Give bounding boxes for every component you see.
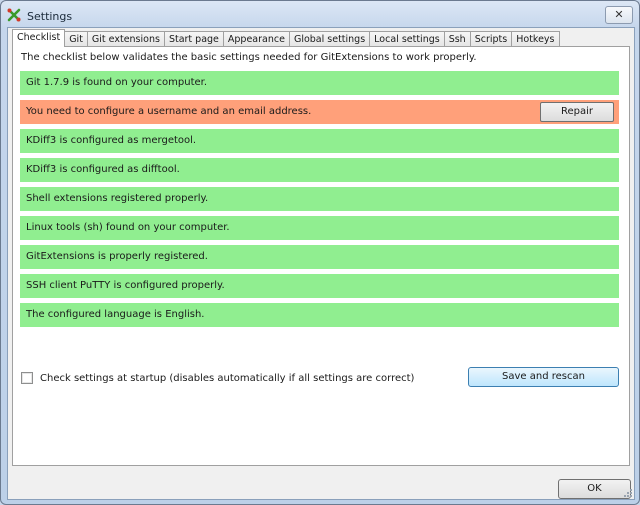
check-item-shell-extensions[interactable]: Shell extensions registered properly. — [20, 187, 619, 211]
checklist-panel: The checklist below validates the basic … — [12, 46, 630, 466]
tab-appearance[interactable]: Appearance — [222, 31, 290, 47]
resize-grip-icon[interactable] — [623, 488, 633, 498]
close-button[interactable]: ✕ — [605, 6, 633, 24]
window-title: Settings — [27, 10, 73, 23]
dialog-client-area: Checklist Git Git extensions Start page … — [7, 27, 635, 500]
tab-checklist[interactable]: Checklist — [12, 29, 66, 47]
ok-button[interactable]: OK — [558, 479, 631, 499]
tab-global-settings[interactable]: Global settings — [288, 31, 371, 47]
git-extensions-app-icon — [7, 8, 21, 22]
tab-start-page[interactable]: Start page — [163, 31, 224, 47]
startup-check-label[interactable]: Check settings at startup (disables auto… — [40, 373, 414, 384]
check-item-label: Shell extensions registered properly. — [26, 193, 209, 204]
check-item-label: Git 1.7.9 is found on your computer. — [26, 77, 208, 88]
check-item-linux-tools[interactable]: Linux tools (sh) found on your computer. — [20, 216, 619, 240]
repair-button[interactable]: Repair — [540, 102, 614, 122]
check-item-label: The configured language is English. — [26, 309, 205, 320]
tab-ssh[interactable]: Ssh — [443, 31, 471, 47]
check-item-label: KDiff3 is configured as difftool. — [26, 164, 180, 175]
startup-check-row[interactable]: Check settings at startup (disables auto… — [21, 371, 414, 385]
check-item-label: Linux tools (sh) found on your computer. — [26, 222, 230, 233]
check-item-language[interactable]: The configured language is English. — [20, 303, 619, 327]
check-item-git-found[interactable]: Git 1.7.9 is found on your computer. — [20, 71, 619, 95]
title-bar[interactable]: Settings ✕ — [1, 1, 639, 29]
close-icon: ✕ — [614, 8, 624, 21]
check-item-username-email[interactable]: You need to configure a username and an … — [20, 100, 619, 124]
startup-check-checkbox[interactable] — [21, 372, 33, 384]
tab-local-settings[interactable]: Local settings — [369, 31, 445, 47]
check-item-mergetool[interactable]: KDiff3 is configured as mergetool. — [20, 129, 619, 153]
tab-hotkeys[interactable]: Hotkeys — [511, 31, 560, 47]
check-item-registration[interactable]: GitExtensions is properly registered. — [20, 245, 619, 269]
save-and-rescan-button[interactable]: Save and rescan — [468, 367, 619, 387]
tab-git-extensions[interactable]: Git extensions — [86, 31, 165, 47]
tab-scripts[interactable]: Scripts — [469, 31, 513, 47]
settings-tab-strip: Checklist Git Git extensions Start page … — [12, 29, 560, 47]
check-item-difftool[interactable]: KDiff3 is configured as difftool. — [20, 158, 619, 182]
settings-window: Settings ✕ Checklist Git Git extensions … — [0, 0, 640, 505]
check-item-label: You need to configure a username and an … — [26, 106, 312, 117]
check-item-label: SSH client PuTTY is configured properly. — [26, 280, 225, 291]
check-item-label: GitExtensions is properly registered. — [26, 251, 208, 262]
check-item-ssh-client[interactable]: SSH client PuTTY is configured properly. — [20, 274, 619, 298]
check-item-label: KDiff3 is configured as mergetool. — [26, 135, 197, 146]
tab-git[interactable]: Git — [64, 31, 88, 47]
checklist-intro-text: The checklist below validates the basic … — [21, 52, 477, 63]
